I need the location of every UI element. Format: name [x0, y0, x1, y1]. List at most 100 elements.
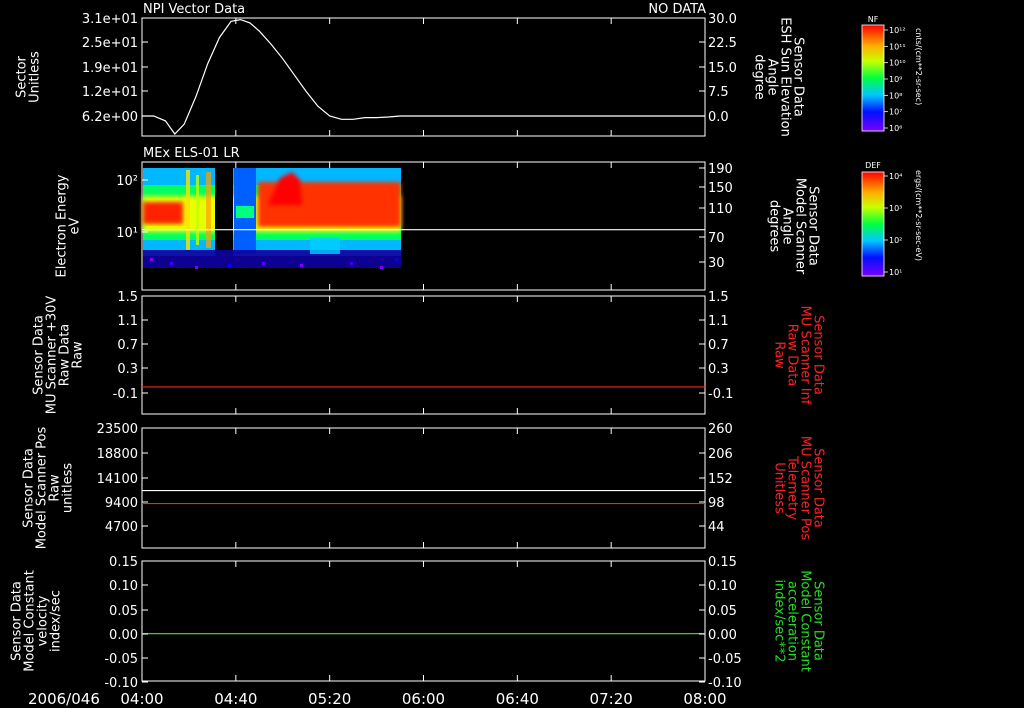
- left-tick-label: 0.05: [109, 604, 138, 619]
- right-tick-label: 150: [708, 181, 733, 196]
- colorbar-def-gradient: [861, 171, 885, 277]
- right-tick-label: 98: [708, 496, 725, 511]
- colorbar-tick-label: 10⁹: [889, 75, 902, 84]
- right-tick-label: 0.7: [708, 338, 729, 353]
- left-axis-label: Sensor DataMU Scanner +30VRaw DataRaw: [32, 296, 86, 415]
- panel-4-frame: [141, 427, 706, 549]
- left-tick-label: 0.3: [117, 362, 138, 377]
- right-tick-label: 1.5: [708, 290, 729, 305]
- left-tick-label: 1.9e+01: [82, 61, 138, 76]
- panel-5-frame: [141, 560, 706, 682]
- panel-3-mu-scanner-raw: [141, 295, 706, 415]
- panel-3-frame: [141, 295, 706, 415]
- left-tick-label: 1.2e+01: [82, 85, 138, 100]
- colorbar-nf-name: NF: [868, 15, 879, 24]
- left-tick-label: -0.1: [113, 387, 138, 402]
- left-tick-label: 0.15: [109, 555, 138, 570]
- time-tick-label: 04:00: [120, 690, 163, 708]
- panel-axes: 3.1e+01 2.5e+01 1.9e+01 1.2e+01 6.2e+00 30.0 2…: [10, 12, 826, 691]
- left-axis-label: Sensor DataModel Scanner PosRawunitless: [22, 426, 76, 549]
- colorbar-tick-label: 10¹¹: [889, 42, 906, 51]
- colorbar-tick-label: 10¹⁰: [889, 59, 906, 68]
- right-tick-label: 206: [708, 447, 733, 462]
- right-tick-label: 30: [708, 256, 725, 271]
- left-tick-label: 9400: [105, 496, 138, 511]
- left-tick-label: 3.1e+01: [82, 12, 138, 27]
- panel-1-sun-elevation: NPI Vector Data NO DATA: [141, 2, 706, 137]
- panel-1-title: NPI Vector Data: [143, 2, 245, 17]
- colorbar-def: DEF 10⁴ 10³ 10² 10¹ ergs/(cm**2-sr-sec-eV): [861, 161, 923, 277]
- colorbar-tick-label: 10²: [889, 236, 902, 245]
- colorbar-def-name: DEF: [865, 161, 881, 170]
- right-tick-label: 70: [708, 231, 725, 246]
- right-tick-label: 110: [708, 202, 733, 217]
- right-tick-label: -0.10: [708, 676, 742, 691]
- colorbar-tick-label: 10³: [889, 204, 902, 213]
- colorbar-nf-gradient: [861, 24, 885, 132]
- right-tick-label: 0.15: [708, 555, 737, 570]
- right-tick-label: 152: [708, 472, 733, 487]
- left-tick-label: 14100: [97, 472, 138, 487]
- right-tick-label: 260: [708, 422, 733, 437]
- left-tick-label: 0.00: [109, 628, 138, 643]
- right-tick-label: 30.0: [708, 12, 737, 27]
- right-tick-label: 0.10: [708, 579, 737, 594]
- chart-canvas: NPI Vector Data NO DATA MEx ELS-01 LR 04…: [10, 2, 924, 708]
- left-tick-label: 23500: [97, 422, 138, 437]
- right-tick-label: 44: [708, 520, 725, 535]
- colorbar-def-units: ergs/(cm**2-sr-sec-eV): [914, 170, 923, 261]
- right-tick-label: 0.05: [708, 604, 737, 619]
- right-axis-label: Sensor DataModel Constantaccelerationind…: [772, 570, 826, 672]
- left-axis-label: SectorUnitless: [15, 51, 43, 103]
- left-tick-label: 6.2e+00: [82, 110, 138, 125]
- left-tick-label: 10²: [116, 174, 138, 189]
- time-tick-label: 04:40: [214, 690, 257, 708]
- left-tick-label: 1.5: [117, 290, 138, 305]
- colorbar-tick-label: 10⁶: [889, 124, 902, 133]
- panel-1-sun-elevation-line: [142, 18, 705, 135]
- right-tick-label: 0.0: [708, 110, 729, 125]
- right-tick-label: 0.00: [708, 628, 737, 643]
- right-axis-label: Sensor DataMU Scanner InfRaw DataRaw: [772, 306, 826, 405]
- spectrogram-image: [143, 166, 401, 269]
- time-tick-label: 07:20: [590, 690, 633, 708]
- left-axis-label: Electron EnergyeV: [55, 174, 83, 277]
- time-tick-label: 06:00: [402, 690, 445, 708]
- left-tick-label: 0.7: [117, 338, 138, 353]
- colorbar-tick-label: 10⁴: [889, 172, 902, 181]
- left-tick-label: 1.1: [117, 314, 138, 329]
- colorbar-tick-label: 10⁸: [889, 91, 902, 100]
- date-label: 2006/046: [28, 690, 100, 708]
- time-axis: 04:00 04:40 05:20 06:00 06:40 07:20 08:00: [120, 690, 726, 708]
- right-tick-label: 15.0: [708, 61, 737, 76]
- time-tick-label: 06:40: [496, 690, 539, 708]
- left-tick-label: 4700: [105, 520, 138, 535]
- panel-4-scanner-position: [141, 427, 706, 549]
- right-tick-label: 190: [708, 162, 733, 177]
- left-tick-label: 2.5e+01: [82, 36, 138, 51]
- panel-5-model-constant: [141, 560, 706, 682]
- colorbar-nf-units: cnts/(cm**2-sr-sec): [914, 28, 923, 105]
- right-tick-label: 0.3: [708, 362, 729, 377]
- colorbar-tick-label: 10⁷: [889, 108, 902, 117]
- panel-2-title: MEx ELS-01 LR: [143, 146, 240, 161]
- time-tick-label: 08:00: [683, 690, 726, 708]
- right-axis-label: Sensor DataMU Scanner PosTelemetryUnitle…: [772, 436, 826, 541]
- time-tick-label: 05:20: [308, 690, 351, 708]
- right-axis-label: Sensor DataESH Sun ElevationAngledegree: [752, 17, 806, 137]
- panel-1-no-data: NO DATA: [648, 2, 706, 17]
- right-tick-label: 1.1: [708, 314, 729, 329]
- left-tick-label: -0.10: [104, 676, 138, 691]
- panel-1-frame: [141, 17, 706, 137]
- right-tick-label: -0.1: [708, 387, 733, 402]
- right-tick-label: 7.5: [708, 85, 729, 100]
- right-tick-label: 22.5: [708, 36, 737, 51]
- colorbar-tick-label: 10¹: [889, 268, 902, 277]
- colorbar-tick-label: 10¹²: [889, 26, 906, 35]
- left-tick-label: 18800: [97, 447, 138, 462]
- left-tick-label: 10¹: [116, 226, 138, 241]
- left-axis-label: Sensor DataModel Constantvelocityindex/s…: [10, 570, 64, 672]
- right-tick-label: -0.05: [708, 652, 742, 667]
- left-tick-label: 0.10: [109, 579, 138, 594]
- colorbar-nf: NF 10¹² 10¹¹ 10¹⁰ 10⁹ 10⁸ 10⁷ 10⁶ cnts/(cm**2-…: [861, 15, 923, 133]
